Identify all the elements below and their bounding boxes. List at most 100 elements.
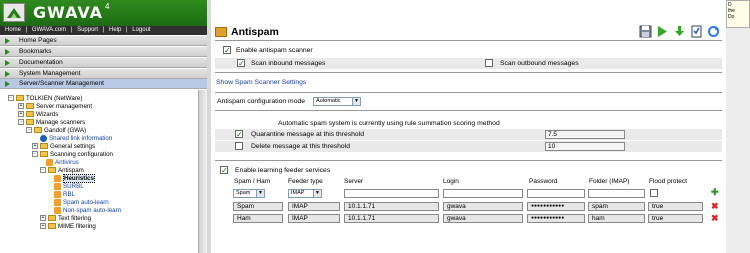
support-link[interactable]: Support: [77, 27, 98, 33]
config-mode-select[interactable]: Automatic ▼: [313, 97, 361, 106]
tree-server-management[interactable]: + Server management: [18, 103, 92, 111]
tree-rbl[interactable]: RBL: [54, 191, 75, 199]
refresh-icon[interactable]: [707, 25, 720, 38]
non-spam-learn-icon: [54, 207, 61, 214]
tree-manage-scanners[interactable]: - Manage scanners: [18, 119, 85, 127]
learning-checkbox[interactable]: [220, 165, 228, 176]
tree-label: Wizards: [36, 111, 59, 118]
tree-general-settings[interactable]: + General settings: [32, 143, 95, 151]
tree-non-spam-auto-learn[interactable]: Non-spam auto-learn: [54, 207, 121, 215]
tree-wizards[interactable]: + Wizards: [18, 111, 58, 119]
tree-surbl[interactable]: SURBL: [54, 183, 84, 191]
expand-icon[interactable]: +: [40, 223, 46, 230]
tree-mime-filtering[interactable]: + MIME filtering: [40, 223, 96, 231]
new-server-input[interactable]: [344, 189, 439, 198]
new-folder-input[interactable]: [588, 189, 645, 198]
show-scanner-settings-link[interactable]: Show Spam Scanner Settings: [216, 79, 306, 86]
collapse-icon[interactable]: -: [40, 167, 46, 174]
expand-icon[interactable]: +: [40, 215, 46, 222]
tree-scrollbar[interactable]: [198, 90, 207, 253]
tooltip-note: D the Do: [726, 0, 750, 28]
home-link[interactable]: Home: [5, 27, 21, 33]
surbl-icon: [54, 183, 61, 190]
divider: [215, 110, 722, 111]
folder-icon: [26, 103, 34, 110]
tree-label: Manage scanners: [36, 119, 86, 126]
collapse-icon[interactable]: -: [8, 95, 14, 102]
enable-scanner-label: Enable antispam scanner: [236, 47, 313, 54]
nav-server-scanner-management[interactable]: Server/Scanner Management: [0, 79, 207, 89]
row-folder-cell: ham: [588, 214, 645, 223]
row-login-cell: gwava: [443, 202, 523, 211]
tree-spam-auto-learn[interactable]: Spam auto-learn: [54, 199, 109, 207]
delete-threshold-input[interactable]: 10: [545, 142, 625, 151]
tree-scanning-configuration[interactable]: - Scanning configuration: [32, 151, 113, 159]
config-mode-row: Antispam configuration mode Automatic ▼: [215, 96, 722, 107]
tree-server[interactable]: - TOLKIEN (NetWare): [8, 95, 82, 103]
nav-label: System Management: [19, 70, 81, 77]
navigation-tree: - TOLKIEN (NetWare) + Server management + W…: [0, 90, 198, 253]
tree-label: MIME filtering: [58, 223, 96, 230]
tree-label: Spam auto-learn: [63, 199, 109, 207]
delete-checkbox[interactable]: [235, 142, 243, 150]
nav-label: Bookmarks: [19, 48, 52, 55]
row-feeder-cell: IMAP: [288, 202, 340, 211]
right-edge-panel: [726, 0, 750, 253]
logout-link[interactable]: Logout: [132, 27, 150, 33]
add-icon[interactable]: ✚: [711, 188, 719, 197]
new-password-input[interactable]: [527, 189, 585, 198]
delete-icon[interactable]: ✖: [711, 202, 719, 211]
tree-scanner-gandolf[interactable]: - Gandolf (GWA): [26, 127, 86, 135]
tree-label: General settings: [50, 143, 96, 150]
enable-scanner-checkbox[interactable]: [223, 45, 231, 56]
expand-icon[interactable]: +: [32, 143, 38, 150]
checklist-icon[interactable]: [690, 25, 703, 38]
gwava-com-link[interactable]: GWAVA.com: [32, 27, 66, 33]
col-header-server: Server: [344, 178, 364, 185]
row-server-cell: 10.1.1.71: [344, 202, 439, 211]
arrow-icon: [5, 49, 10, 55]
save-icon[interactable]: [639, 25, 652, 38]
new-spam-ham-select[interactable]: Spam ▼: [233, 189, 265, 198]
nav-home-pages[interactable]: Home Pages: [0, 36, 207, 46]
nav-documentation[interactable]: Documentation: [0, 58, 207, 68]
row-login-cell: gwava: [443, 214, 523, 223]
spam-learn-icon: [54, 199, 61, 206]
col-header-flood-protect: Flood protect: [649, 178, 687, 185]
collapse-icon[interactable]: -: [18, 119, 24, 126]
row-folder-cell: spam: [588, 202, 645, 211]
tree-heuristics[interactable]: Heuristics: [54, 174, 95, 184]
tree-label: Shared link information: [49, 135, 113, 143]
quarantine-threshold-input[interactable]: 7.5: [545, 130, 625, 139]
scan-inbound-checkbox[interactable]: [237, 58, 245, 69]
row-password-cell: ●●●●●●●●●●●: [527, 214, 585, 223]
tree-shared-link[interactable]: Shared link information: [40, 135, 112, 143]
note-line: Do: [728, 14, 735, 20]
tree-text-filtering[interactable]: + Text filtering: [40, 215, 91, 223]
row-flood-cell: true: [648, 202, 703, 211]
scan-outbound-checkbox[interactable]: [485, 59, 493, 67]
tree-antivirus[interactable]: Antivirus: [46, 159, 79, 167]
quarantine-checkbox[interactable]: [235, 129, 243, 140]
delete-icon[interactable]: ✖: [711, 214, 719, 223]
new-flood-protect-checkbox[interactable]: [650, 189, 658, 197]
chevron-down-icon: ▼: [256, 190, 264, 197]
tree-label: Non-spam auto-learn: [63, 207, 122, 215]
divider: [215, 72, 722, 73]
collapse-icon[interactable]: -: [32, 151, 38, 158]
forward-arrow-icon[interactable]: [656, 25, 669, 38]
brand-version: 4: [105, 2, 110, 11]
nav-system-management[interactable]: System Management: [0, 69, 207, 79]
help-link[interactable]: Help: [109, 27, 121, 33]
config-mode-value: Automatic: [316, 98, 341, 104]
collapse-icon[interactable]: -: [26, 127, 32, 134]
download-icon[interactable]: [673, 25, 686, 38]
expand-icon[interactable]: +: [18, 103, 24, 110]
antivirus-icon: [46, 159, 53, 166]
new-feeder-type-select[interactable]: IMAP ▼: [288, 189, 322, 198]
new-login-input[interactable]: [443, 189, 523, 198]
nav-bookmarks[interactable]: Bookmarks: [0, 47, 207, 57]
info-icon: [40, 135, 47, 142]
expand-icon[interactable]: +: [18, 111, 24, 118]
link-separator: |: [126, 27, 128, 33]
